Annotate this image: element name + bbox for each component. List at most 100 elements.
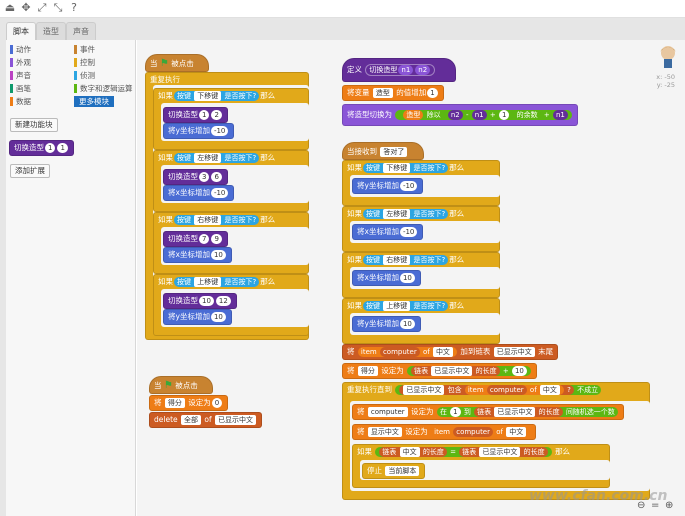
key-dropdown[interactable]: 上移键 xyxy=(383,301,411,311)
key-dropdown[interactable]: 左移键 xyxy=(383,209,411,219)
tab-sounds[interactable]: 声音 xyxy=(66,22,96,40)
arg-1[interactable]: 10 xyxy=(199,296,214,306)
list-length[interactable]: 链表 中文 的长度 xyxy=(379,447,447,457)
change-var-block[interactable]: 将变量 造型 的值增加 1 xyxy=(342,85,444,101)
move-icon[interactable]: ✥ xyxy=(20,2,32,14)
set-score-block[interactable]: 将 得分 设定为 链表 已显示中文 的长度 + 10 xyxy=(342,363,537,379)
list-length[interactable]: 链表 已显示中文 的长度 xyxy=(474,407,563,417)
change-x-block[interactable]: 将x坐标增加 10 xyxy=(352,270,421,286)
var-dropdown[interactable]: computer xyxy=(367,407,408,417)
motion-value[interactable]: 10 xyxy=(399,273,415,283)
change-value[interactable]: 1 xyxy=(427,88,438,98)
category-events[interactable]: 事件 xyxy=(74,44,95,55)
num[interactable]: 10 xyxy=(511,366,527,376)
param-reporter[interactable]: n1 xyxy=(552,110,568,120)
add-to-list-block[interactable]: 将 item computer of 中文 加到链表 已显示中文 末尾 xyxy=(342,344,559,360)
key-dropdown[interactable]: 下移键 xyxy=(194,91,222,101)
motion-value[interactable]: -10 xyxy=(210,126,229,136)
var-dropdown[interactable]: 造型 xyxy=(372,88,393,98)
zoom-reset-icon[interactable]: = xyxy=(651,500,659,512)
switch-costume-to-block[interactable]: 将造型切换为 造型 除以 n2 - n1 + 1 的余数 + n1 xyxy=(342,104,578,126)
category-pen[interactable]: 画笔 xyxy=(10,83,31,94)
sprite-thumbnail[interactable] xyxy=(656,44,680,70)
sum-op[interactable]: n2 - n1 + 1 xyxy=(443,110,514,120)
arg-2[interactable]: 9 xyxy=(211,234,222,244)
key-pressed[interactable]: 按键 下移键 是否按下? xyxy=(363,163,449,173)
list-dropdown[interactable]: 中文 xyxy=(506,427,527,437)
category-operators[interactable]: 数字和逻辑运算 xyxy=(74,83,133,94)
var-dropdown[interactable]: 得分 xyxy=(164,398,185,408)
list-dropdown[interactable]: 中文 xyxy=(432,347,453,357)
list-dropdown[interactable]: 中文 xyxy=(399,447,420,457)
key-pressed-left[interactable]: 按键 左移键 是否按下? xyxy=(174,153,260,163)
mod-op[interactable]: 造型 除以 n2 - n1 + 1 的余数 xyxy=(399,110,541,120)
random-op[interactable]: 在 1 到 链表 已显示中文 的长度 间随机选一个数 xyxy=(436,407,618,417)
key-pressed-right[interactable]: 按键 右移键 是否按下? xyxy=(174,215,260,225)
category-sensing[interactable]: 侦测 xyxy=(74,70,95,81)
tab-costumes[interactable]: 造型 xyxy=(36,22,66,40)
var-dropdown[interactable]: 得分 xyxy=(357,366,378,376)
stamp-icon[interactable]: ⏏ xyxy=(4,2,16,14)
list-dropdown[interactable]: 已显示中文 xyxy=(403,385,445,395)
equals-op[interactable]: 链表 中文 的长度 = 链表 已显示中文 的长度 xyxy=(375,447,552,457)
param-1[interactable]: n1 xyxy=(398,65,414,75)
arg-1[interactable]: 7 xyxy=(199,234,210,244)
var-reporter[interactable]: 造型 xyxy=(403,110,424,120)
key-pressed[interactable]: 按键 上移键 是否按下? xyxy=(363,301,449,311)
switch-costume-call[interactable]: 切换造型 10 12 xyxy=(163,293,237,309)
item-reporter[interactable]: item computer of 中文 xyxy=(357,347,457,357)
motion-value[interactable]: 10 xyxy=(399,319,415,329)
list-length[interactable]: 链表 已显示中文 的长度 xyxy=(459,447,548,457)
item-var[interactable]: computer xyxy=(379,347,420,357)
change-y-block[interactable]: 将y坐标增加 -10 xyxy=(352,178,424,194)
key-pressed[interactable]: 按键 右移键 是否按下? xyxy=(363,255,449,265)
plus-op[interactable]: 造型 除以 n2 - n1 + 1 的余数 + n1 xyxy=(395,110,572,120)
tab-scripts[interactable]: 脚本 xyxy=(6,22,36,40)
num[interactable]: 1 xyxy=(498,110,510,120)
param-2[interactable]: n2 xyxy=(415,65,431,75)
change-y-block[interactable]: 将y坐标增加 10 xyxy=(163,309,232,325)
set-score-block[interactable]: 将 得分 设定为 0 xyxy=(149,395,229,411)
param-reporter[interactable]: n1 xyxy=(471,110,487,120)
motion-value[interactable]: 10 xyxy=(210,250,226,260)
green-flag-hat-2[interactable]: 当 ⚑ 被点击 xyxy=(149,376,213,394)
make-block-button[interactable]: 新建功能块 xyxy=(10,118,58,132)
change-y-block[interactable]: 将y坐标增加 -10 xyxy=(163,123,235,139)
list-dropdown[interactable]: 已显示中文 xyxy=(479,447,521,457)
list-dropdown[interactable]: 已显示中文 xyxy=(494,407,536,417)
arg-2[interactable]: 2 xyxy=(211,110,222,120)
add-op[interactable]: 链表 已显示中文 的长度 + 10 xyxy=(407,366,531,376)
change-y-block[interactable]: 将y坐标增加 10 xyxy=(352,316,421,332)
param-reporter[interactable]: n2 xyxy=(447,110,463,120)
custom-block[interactable]: 切换造型 1 1 xyxy=(9,140,74,156)
arg-1[interactable]: 1 xyxy=(45,143,56,153)
arg-2[interactable]: 6 xyxy=(211,172,222,182)
list-dropdown[interactable]: 中文 xyxy=(539,385,560,395)
shrink-icon[interactable]: ⤡ xyxy=(52,2,64,14)
when-receive-hat[interactable]: 当接收到 答对了 xyxy=(342,142,424,160)
arg-1[interactable]: 1 xyxy=(199,110,210,120)
key-dropdown[interactable]: 下移键 xyxy=(383,163,411,173)
switch-costume-call[interactable]: 切换造型 7 9 xyxy=(163,231,228,247)
arg-2[interactable]: 1 xyxy=(57,143,68,153)
delete-list-block[interactable]: delete 全部 of 已显示中文 xyxy=(149,412,263,428)
green-flag-hat[interactable]: 当 ⚑ 被点击 xyxy=(145,54,209,72)
switch-costume-call[interactable]: 切换造型 1 2 xyxy=(163,107,228,123)
list-dropdown[interactable]: 已显示中文 xyxy=(493,347,535,357)
category-control[interactable]: 控制 xyxy=(74,57,95,68)
arg-2[interactable]: 12 xyxy=(215,296,231,306)
key-pressed-down[interactable]: 按键 下移键 是否按下? xyxy=(174,91,260,101)
script-area[interactable]: 当 ⚑ 被点击 重复执行 如果 按键 下移键 是否按下? 那么 切换造型 1 2 将y坐… xyxy=(137,40,685,516)
help-icon[interactable]: ? xyxy=(68,2,80,14)
key-dropdown[interactable]: 右移键 xyxy=(383,255,411,265)
switch-costume-call[interactable]: 切换造型 3 6 xyxy=(163,169,228,185)
item-var[interactable]: computer xyxy=(486,385,527,395)
category-looks[interactable]: 外观 xyxy=(10,57,31,68)
item-reporter[interactable]: item computer of 中文 xyxy=(431,427,531,437)
motion-value[interactable]: -10 xyxy=(399,227,418,237)
change-x-block[interactable]: 将x坐标增加 -10 xyxy=(352,224,424,240)
delete-option[interactable]: 全部 xyxy=(181,415,202,425)
change-x-block[interactable]: 将x坐标增加 10 xyxy=(163,247,232,263)
var-dropdown[interactable]: 显示中文 xyxy=(367,427,402,437)
motion-value[interactable]: -10 xyxy=(210,188,229,198)
